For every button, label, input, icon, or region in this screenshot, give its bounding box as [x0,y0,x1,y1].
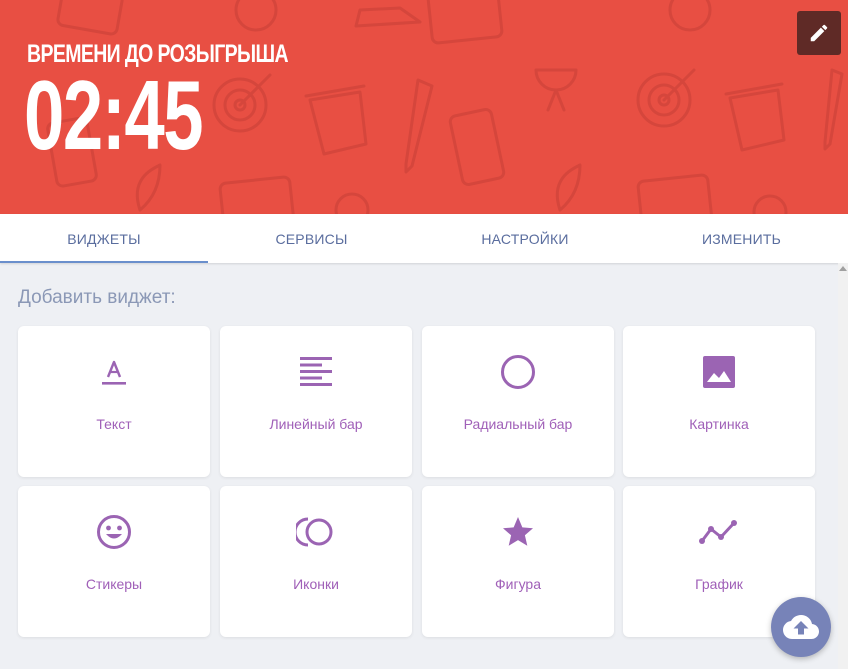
edit-button[interactable] [797,11,841,55]
vertical-scrollbar[interactable] [838,263,848,669]
widget-label: График [695,576,743,592]
widget-label: Текст [96,416,132,432]
hero-banner: ВРЕМЕНИ ДО РОЗЫГРЫША 02:45 [0,0,848,214]
tab-settings[interactable]: НАСТРОЙКИ [415,214,635,263]
widget-label: Фигура [495,576,541,592]
widget-card-image[interactable]: Картинка [623,326,815,477]
upload-fab-button[interactable] [771,597,831,657]
cloud-upload-icon [783,615,819,639]
image-icon [699,352,739,392]
circle-outline-icon [498,352,538,392]
widget-card-icons[interactable]: Иконки [220,486,412,637]
widget-label: Иконки [293,576,339,592]
text-format-icon [94,352,134,392]
tab-widgets[interactable]: ВИДЖЕТЫ [0,214,208,263]
widget-label: Картинка [689,416,749,432]
countdown-timer: 02:45 [24,60,204,170]
widget-card-linear-bar[interactable]: Линейный бар [220,326,412,477]
text-lines-icon [296,352,336,392]
tab-bar: ВИДЖЕТЫ СЕРВИСЫ НАСТРОЙКИ ИЗМЕНИТЬ [0,214,848,263]
tab-edit[interactable]: ИЗМЕНИТЬ [635,214,848,263]
tab-services[interactable]: СЕРВИСЫ [208,214,415,263]
pencil-icon [810,24,828,42]
widget-card-text[interactable]: Текст [18,326,210,477]
widget-card-shape[interactable]: Фигура [422,486,614,637]
widget-label: Линейный бар [269,416,363,432]
widget-label: Радиальный бар [463,416,573,432]
widget-label: Стикеры [85,576,143,592]
widgets-panel: Добавить виджет: Текст Линейный бар Ради… [0,263,838,669]
icons-icon [296,512,336,552]
section-title: Добавить виджет: [18,287,176,308]
scroll-up-arrow-icon[interactable] [839,266,847,271]
widget-card-radial-bar[interactable]: Радиальный бар [422,326,614,477]
smiley-icon [94,512,134,552]
widget-card-stickers[interactable]: Стикеры [18,486,210,637]
chart-line-icon [699,512,739,552]
star-icon [498,512,538,552]
